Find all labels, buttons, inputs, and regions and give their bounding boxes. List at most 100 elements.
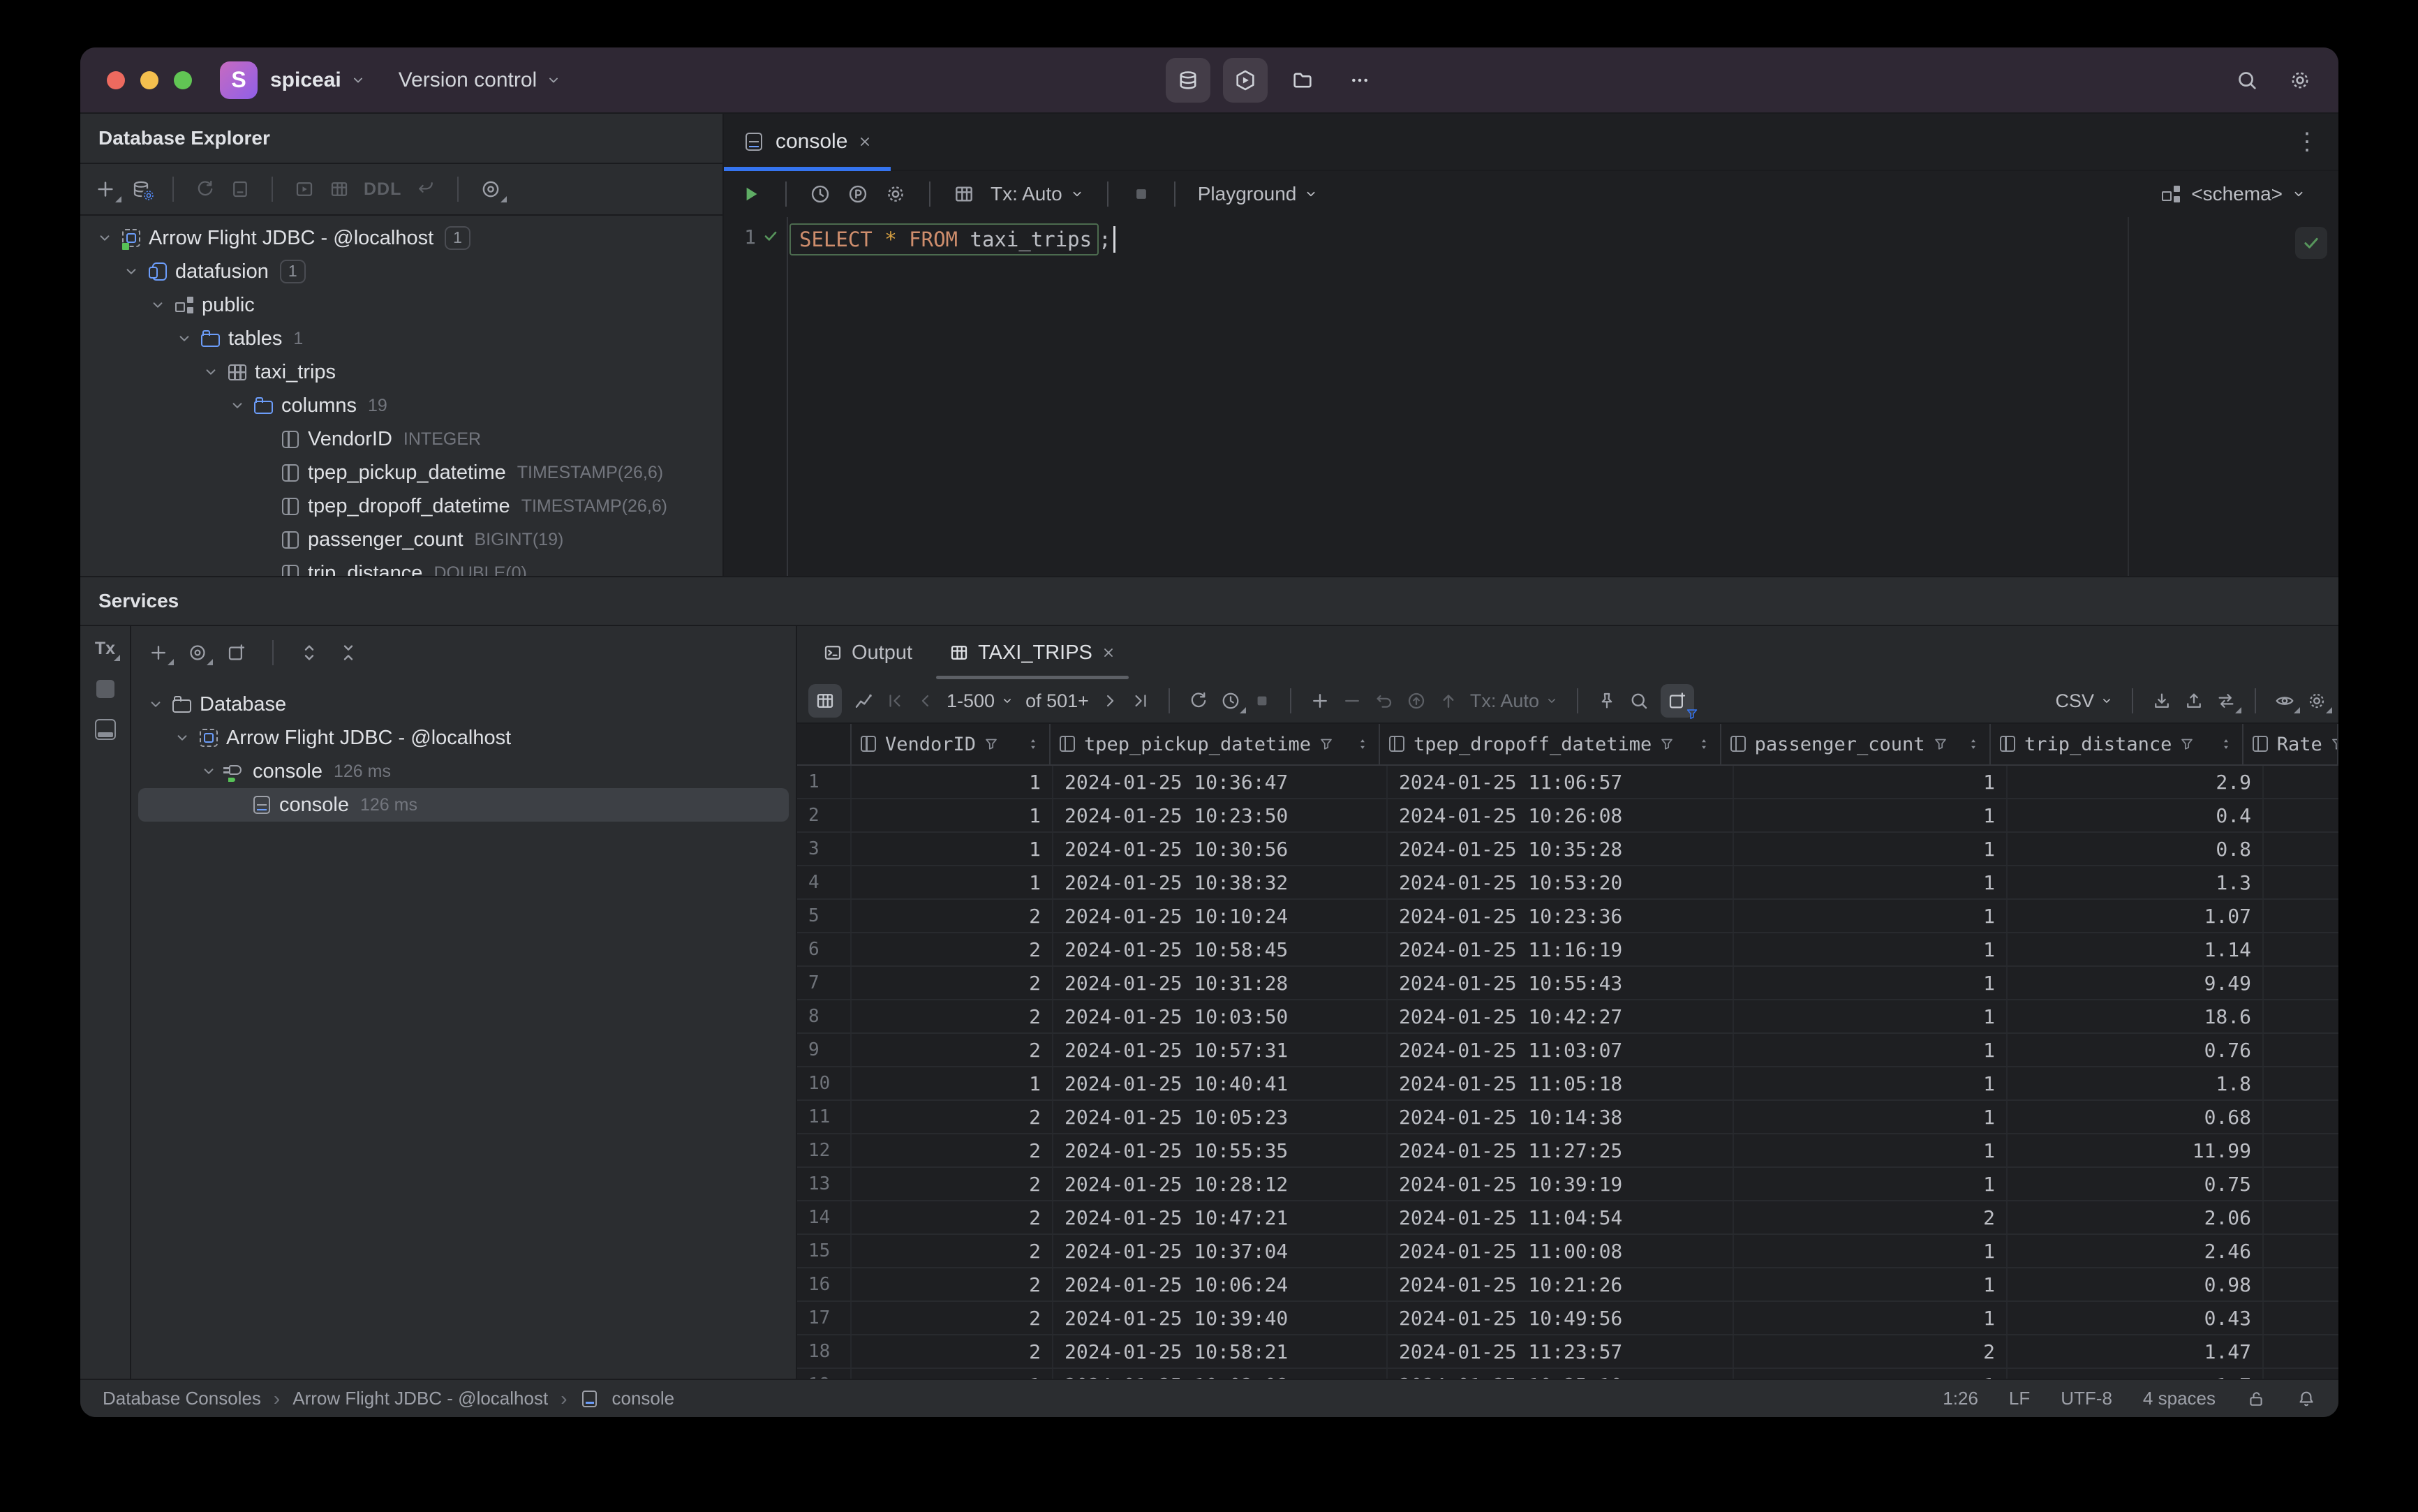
row-number-cell[interactable]: 5 bbox=[797, 900, 850, 932]
rate-cell[interactable] bbox=[2262, 1302, 2338, 1334]
database-tool-button[interactable] bbox=[1166, 57, 1210, 103]
tab-console[interactable]: console bbox=[724, 114, 891, 171]
table-row[interactable]: 6 2 2024-01-25 10:58:45 2024-01-25 11:16… bbox=[797, 933, 2338, 967]
row-number-cell[interactable]: 2 bbox=[797, 799, 850, 831]
passenger-count-cell[interactable]: 1 bbox=[1733, 1000, 2006, 1032]
tx-mode-dropdown[interactable]: Tx: Auto bbox=[991, 183, 1085, 205]
editor-body[interactable]: 1 SELECT * FROM taxi_trips; bbox=[724, 217, 2338, 576]
trip-distance-cell[interactable]: 18.6 bbox=[2006, 1000, 2262, 1032]
collapse-all-button[interactable] bbox=[338, 642, 359, 663]
vendor-id-cell[interactable]: 2 bbox=[850, 1000, 1052, 1032]
funnel-icon[interactable] bbox=[983, 736, 1000, 753]
compare-button[interactable] bbox=[2216, 690, 2241, 713]
table-row[interactable]: 5 2 2024-01-25 10:10:24 2024-01-25 10:23… bbox=[797, 900, 2338, 933]
sql-line[interactable]: SELECT * FROM taxi_trips; bbox=[788, 220, 1115, 259]
column-header[interactable]: trip_distance bbox=[1989, 724, 2242, 764]
pickup-datetime-cell[interactable]: 2024-01-25 10:06:24 bbox=[1052, 1268, 1386, 1300]
dropoff-datetime-cell[interactable]: 2024-01-25 10:23:36 bbox=[1386, 900, 1733, 932]
datasource-properties-button[interactable] bbox=[131, 179, 156, 202]
rate-cell[interactable] bbox=[2262, 1000, 2338, 1032]
row-number-cell[interactable]: 8 bbox=[797, 1000, 850, 1032]
chevron-down-icon[interactable] bbox=[228, 396, 246, 415]
rate-cell[interactable] bbox=[2262, 833, 2338, 865]
tree-item[interactable]: tpep_dropoff_datetime TIMESTAMP(26,6) bbox=[80, 489, 722, 523]
pickup-datetime-cell[interactable]: 2024-01-25 10:10:24 bbox=[1052, 900, 1386, 932]
first-page-button[interactable] bbox=[885, 691, 905, 711]
row-number-cell[interactable]: 14 bbox=[797, 1201, 850, 1233]
table-row[interactable]: 14 2 2024-01-25 10:47:21 2024-01-25 11:0… bbox=[797, 1201, 2338, 1235]
vendor-id-cell[interactable]: 1 bbox=[850, 799, 1052, 831]
export-format-dropdown[interactable]: CSV bbox=[2055, 690, 2114, 712]
dropoff-datetime-cell[interactable]: 2024-01-25 10:35:28 bbox=[1386, 833, 1733, 865]
indent-widget[interactable]: 4 spaces bbox=[2143, 1388, 2216, 1409]
auto-refresh-button[interactable] bbox=[1220, 690, 1246, 713]
explain-plan-button[interactable] bbox=[847, 183, 869, 205]
vendor-id-cell[interactable]: 2 bbox=[850, 1134, 1052, 1166]
dropoff-datetime-cell[interactable]: 2024-01-25 11:00:08 bbox=[1386, 1235, 1733, 1267]
trip-distance-cell[interactable]: 1.14 bbox=[2006, 933, 2262, 965]
trip-distance-cell[interactable]: 0.68 bbox=[2006, 1101, 2262, 1133]
tab-output[interactable]: Output bbox=[807, 626, 928, 679]
tree-item[interactable]: VendorID INTEGER bbox=[80, 422, 722, 456]
column-header[interactable]: passenger_count bbox=[1719, 724, 1989, 764]
vendor-id-cell[interactable]: 2 bbox=[850, 1302, 1052, 1334]
vendor-id-cell[interactable]: 2 bbox=[850, 1101, 1052, 1133]
table-row[interactable]: 3 1 2024-01-25 10:30:56 2024-01-25 10:35… bbox=[797, 833, 2338, 866]
trip-distance-cell[interactable]: 0.8 bbox=[2006, 833, 2262, 865]
table-row[interactable]: 18 2 2024-01-25 10:58:21 2024-01-25 11:2… bbox=[797, 1335, 2338, 1369]
version-control-menu[interactable]: Version control bbox=[399, 68, 562, 92]
row-number-cell[interactable]: 18 bbox=[797, 1335, 850, 1368]
table-row[interactable]: 11 2 2024-01-25 10:05:23 2024-01-25 10:1… bbox=[797, 1101, 2338, 1134]
new-datasource-button[interactable] bbox=[94, 178, 121, 202]
open-query-console-button[interactable] bbox=[294, 179, 315, 200]
trip-distance-cell[interactable]: 1.3 bbox=[2006, 866, 2262, 898]
close-icon[interactable] bbox=[857, 134, 873, 149]
pickup-datetime-cell[interactable]: 2024-01-25 10:02:08 bbox=[1052, 1369, 1386, 1379]
rate-cell[interactable] bbox=[2262, 1067, 2338, 1099]
trip-distance-cell[interactable]: 0.43 bbox=[2006, 1302, 2262, 1334]
row-number-cell[interactable]: 6 bbox=[797, 933, 850, 965]
table-row[interactable]: 4 1 2024-01-25 10:38:32 2024-01-25 10:53… bbox=[797, 866, 2338, 900]
project-menu[interactable]: spiceai bbox=[270, 68, 366, 92]
row-number-cell[interactable]: 12 bbox=[797, 1134, 850, 1166]
passenger-count-cell[interactable]: 1 bbox=[1733, 866, 2006, 898]
passenger-count-cell[interactable]: 1 bbox=[1733, 833, 2006, 865]
rate-cell[interactable] bbox=[2262, 1034, 2338, 1066]
breadcrumb-item[interactable]: console bbox=[612, 1388, 675, 1409]
trip-distance-cell[interactable]: 2.06 bbox=[2006, 1201, 2262, 1233]
chevron-down-icon[interactable] bbox=[202, 363, 220, 381]
trip-distance-cell[interactable]: 0.75 bbox=[2006, 1168, 2262, 1200]
open-in-new-tab-button[interactable] bbox=[226, 642, 247, 663]
add-service-button[interactable] bbox=[148, 642, 174, 665]
rate-cell[interactable] bbox=[2262, 1201, 2338, 1233]
dropoff-datetime-cell[interactable]: 2024-01-25 10:49:56 bbox=[1386, 1302, 1733, 1334]
dropoff-datetime-cell[interactable]: 2024-01-25 10:25:10 bbox=[1386, 1369, 1733, 1379]
passenger-count-cell[interactable]: 2 bbox=[1733, 1335, 2006, 1368]
tree-item[interactable]: Arrow Flight JDBC - @localhost bbox=[131, 721, 796, 755]
trip-distance-cell[interactable]: 0.4 bbox=[2006, 799, 2262, 831]
stop-button[interactable] bbox=[1131, 184, 1152, 205]
pin-tab-button[interactable] bbox=[1596, 690, 1617, 711]
pickup-datetime-cell[interactable]: 2024-01-25 10:28:12 bbox=[1052, 1168, 1386, 1200]
passenger-count-cell[interactable]: 2 bbox=[1733, 1201, 2006, 1233]
rate-cell[interactable] bbox=[2262, 1268, 2338, 1300]
dropoff-datetime-cell[interactable]: 2024-01-25 10:14:38 bbox=[1386, 1101, 1733, 1133]
column-header[interactable]: Rate bbox=[2241, 724, 2338, 764]
view-options-button[interactable] bbox=[2274, 690, 2300, 713]
table-row[interactable]: 9 2 2024-01-25 10:57:31 2024-01-25 11:03… bbox=[797, 1034, 2338, 1067]
vendor-id-cell[interactable]: 2 bbox=[850, 933, 1052, 965]
passenger-count-cell[interactable]: 1 bbox=[1733, 933, 2006, 965]
table-row[interactable]: 13 2 2024-01-25 10:28:12 2024-01-25 10:3… bbox=[797, 1168, 2338, 1201]
row-number-cell[interactable]: 1 bbox=[797, 766, 850, 798]
passenger-count-cell[interactable]: 1 bbox=[1733, 1302, 2006, 1334]
row-number-cell[interactable]: 4 bbox=[797, 866, 850, 898]
passenger-count-cell[interactable]: 1 bbox=[1733, 799, 2006, 831]
playground-dropdown[interactable]: Playground bbox=[1198, 183, 1319, 205]
dropoff-datetime-cell[interactable]: 2024-01-25 11:16:19 bbox=[1386, 933, 1733, 965]
row-number-cell[interactable]: 15 bbox=[797, 1235, 850, 1267]
sort-arrows-icon[interactable] bbox=[1355, 736, 1370, 752]
pickup-datetime-cell[interactable]: 2024-01-25 10:05:23 bbox=[1052, 1101, 1386, 1133]
funnel-icon[interactable] bbox=[1318, 736, 1335, 753]
dropoff-datetime-cell[interactable]: 2024-01-25 10:53:20 bbox=[1386, 866, 1733, 898]
inspections-ok-widget[interactable] bbox=[2295, 227, 2327, 259]
